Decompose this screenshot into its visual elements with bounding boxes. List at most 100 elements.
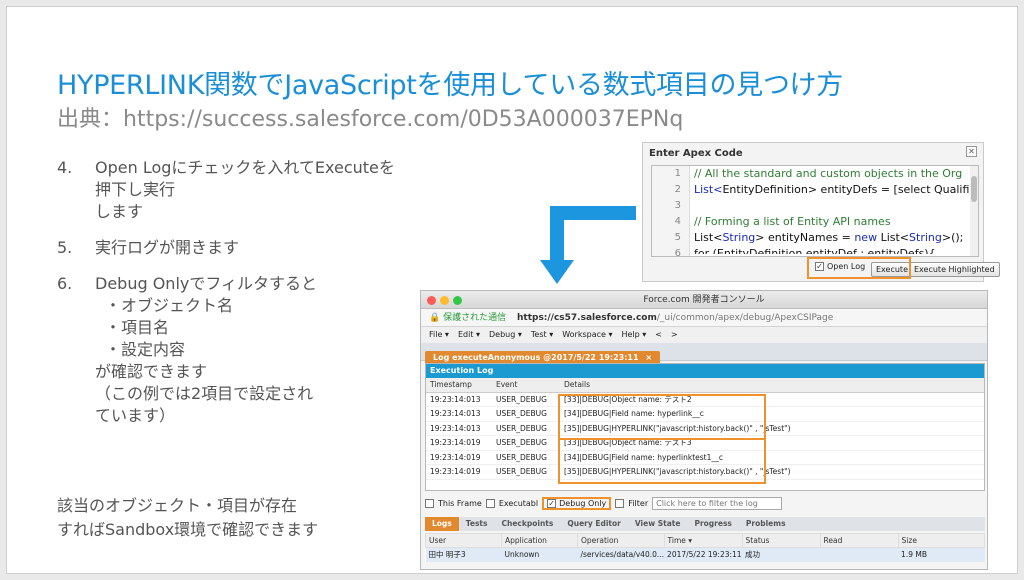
code-token: > entityNames = <box>755 231 855 244</box>
cell <box>820 547 899 562</box>
cell: 成功 <box>742 547 821 562</box>
tab-progress[interactable]: Progress <box>687 517 738 531</box>
step-text: Debug Onlyでフィルタすると <box>95 274 318 293</box>
column-header[interactable]: Operation <box>577 533 665 548</box>
code-lines: // All the standard and custom objects i… <box>694 166 974 254</box>
code-token: List< <box>694 183 723 196</box>
tab-close-icon[interactable]: × <box>645 353 652 362</box>
cell: 田中 明子3 <box>425 547 502 562</box>
tab-logs[interactable]: Logs <box>425 517 459 531</box>
tab-tests[interactable]: Tests <box>459 517 495 531</box>
menu-file[interactable]: File ▾ <box>429 327 449 343</box>
cell: USER_DEBUG <box>492 406 560 422</box>
slide-subtitle: 出典：https://success.salesforce.com/0D53A0… <box>57 107 684 132</box>
address-bar[interactable]: 🔒 保護された通信 https://cs57.salesforce.com/_u… <box>421 309 987 327</box>
apex-dialog-title: Enter Apex Code <box>649 148 743 159</box>
column-header[interactable]: Application <box>501 533 578 548</box>
debug-only-checkbox[interactable]: ✓ <box>547 498 557 508</box>
maximize-window-icon[interactable] <box>453 296 462 305</box>
code-token: String <box>722 231 756 244</box>
menu-test[interactable]: Test ▾ <box>531 327 553 343</box>
editor-tab-bar: Log executeAnonymous @2017/5/22 19:23:11… <box>421 343 987 364</box>
line-number-gutter: 1 2 3 4 5 6 <box>652 166 690 256</box>
code-token: String <box>909 231 942 244</box>
step-number: 5. <box>57 238 73 257</box>
column-header[interactable]: Details <box>560 378 984 393</box>
execution-log-panel: Execution Log Timestamp Event Details 19… <box>425 363 985 491</box>
step-6: 6. Debug Onlyでフィルタすると ・オブジェクト名 ・項目名 ・設定内… <box>57 273 407 427</box>
code-line: List<EntityDefinition> entityDefs = [sel… <box>694 182 974 198</box>
this-frame-checkbox[interactable] <box>425 498 434 508</box>
cell: 19:23:14:019 <box>426 464 492 480</box>
editor-scrollbar[interactable] <box>970 166 978 256</box>
tab-query-editor[interactable]: Query Editor <box>560 517 628 531</box>
apex-dialog-header: Enter Apex Code ✕ <box>643 143 983 163</box>
menu-help[interactable]: Help ▾ <box>622 327 647 343</box>
highlight-box <box>558 438 766 484</box>
column-header[interactable]: Status <box>741 533 821 548</box>
cell: USER_DEBUG <box>492 435 560 451</box>
column-header[interactable]: Time ▾ <box>663 533 743 548</box>
step-subitem: ・設定内容 <box>105 340 186 359</box>
cell: /services/data/v40.0... <box>577 547 665 562</box>
apex-code-editor[interactable]: 1 2 3 4 5 6 // All the standard and cust… <box>651 165 979 257</box>
column-header[interactable]: Size <box>897 533 986 548</box>
cell: 19:23:14:019 <box>426 435 492 451</box>
execute-highlighted-button[interactable]: Execute Highlighted <box>909 262 1000 277</box>
column-header[interactable]: Read <box>819 533 899 548</box>
nav-back-icon[interactable]: < <box>655 327 662 343</box>
tab-checkpoints[interactable]: Checkpoints <box>495 517 561 531</box>
code-token: List< <box>694 231 723 244</box>
url-host: https://cs57.salesforce.com <box>516 313 657 323</box>
code-token: List< <box>877 231 910 244</box>
cell: 2017/5/22 19:23:11 <box>664 547 743 562</box>
code-token: EntityDefinition> entityDefs = [select Q… <box>722 183 974 196</box>
step-text: します <box>95 202 144 221</box>
line-number: 4 <box>674 216 681 227</box>
cell: Unknown <box>501 547 578 562</box>
this-frame-label: This Frame <box>438 498 482 508</box>
close-icon[interactable]: ✕ <box>966 146 977 157</box>
lock-icon: 🔒 <box>429 313 441 323</box>
table-row[interactable]: 田中 明子3 Unknown /services/data/v40.0... 2… <box>425 547 985 562</box>
filter-label: Filter <box>628 498 649 508</box>
step-text: 実行ログが開きます <box>95 238 240 257</box>
cell: 19:23:14:019 <box>426 450 492 465</box>
close-window-icon[interactable] <box>427 296 436 305</box>
menu-debug[interactable]: Debug ▾ <box>489 327 522 343</box>
code-line: for (EntityDefinition entityDef : entity… <box>694 247 936 254</box>
step-text: ています） <box>95 406 176 425</box>
cell: 1.9 MB <box>898 547 985 562</box>
code-line: // Forming a list of Entity API names <box>694 215 891 228</box>
debug-only-highlight: ✓ Debug Only <box>542 496 612 510</box>
filter-checkbox[interactable] <box>615 498 625 508</box>
line-number: 3 <box>674 200 681 211</box>
highlight-box <box>807 257 911 279</box>
column-header[interactable]: Event <box>492 378 560 393</box>
step-text: （この例では2項目で設定され <box>95 384 314 403</box>
line-number: 2 <box>674 184 681 195</box>
column-header[interactable]: Timestamp <box>426 378 492 393</box>
note: 該当のオブジェクト・項目が存在 すればSandbox環境で確認できます <box>57 494 407 542</box>
menu-edit[interactable]: Edit ▾ <box>458 327 480 343</box>
column-header[interactable]: User <box>425 533 502 548</box>
code-token: new <box>854 231 878 244</box>
scrollbar-thumb[interactable] <box>971 176 977 202</box>
tab-problems[interactable]: Problems <box>739 517 793 531</box>
executable-checkbox[interactable] <box>485 498 495 508</box>
log-filter-input[interactable]: Click here to filter the log <box>652 496 783 510</box>
debug-only-label: Debug Only <box>559 498 607 508</box>
cell: USER_DEBUG <box>492 392 560 407</box>
tab-view-state[interactable]: View State <box>628 517 688 531</box>
logs-table: User Application Operation Time ▾ Status… <box>425 533 986 562</box>
menu-bar: File ▾ Edit ▾ Debug ▾ Test ▾ Workspace ▾… <box>421 327 987 343</box>
execution-log-header: Execution Log <box>426 364 984 378</box>
minimize-window-icon[interactable] <box>440 296 449 305</box>
secure-label: 保護された通信 <box>443 313 507 323</box>
step-5: 5. 実行ログが開きます <box>57 237 407 259</box>
line-number: 1 <box>674 168 681 179</box>
highlight-box <box>558 394 766 440</box>
nav-forward-icon[interactable]: > <box>671 327 678 343</box>
menu-workspace[interactable]: Workspace ▾ <box>562 327 612 343</box>
cell: USER_DEBUG <box>492 421 560 436</box>
